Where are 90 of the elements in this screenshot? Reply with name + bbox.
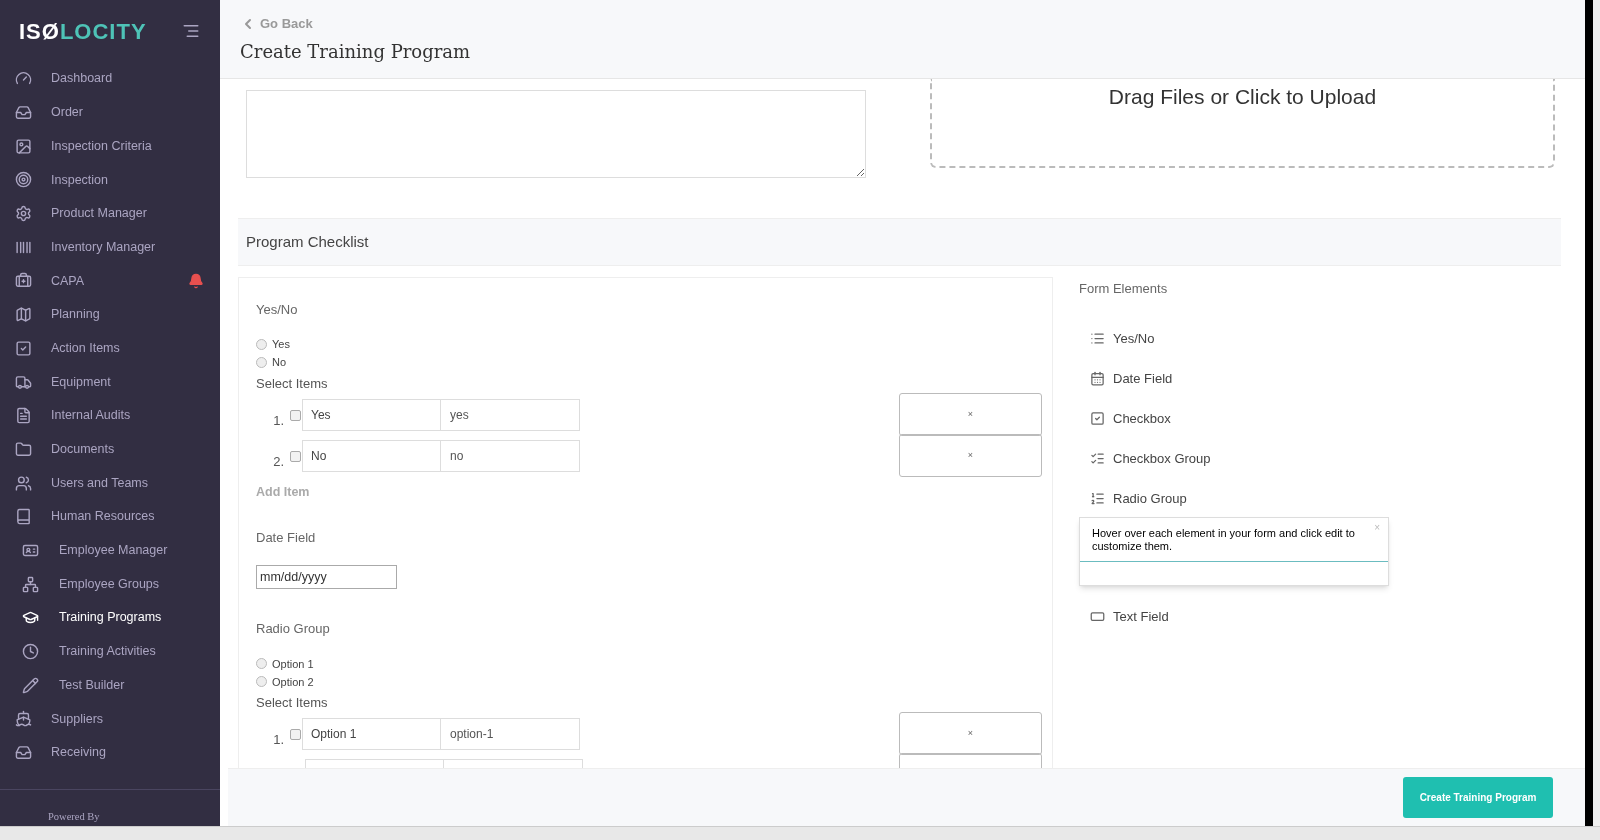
calendar-icon	[1090, 371, 1105, 386]
nav-item[interactable]: Human Resources	[0, 499, 220, 534]
radio-label: Option 1	[272, 656, 314, 672]
powered-by-text: Powered By	[48, 812, 101, 823]
nav-item[interactable]: Equipment	[0, 365, 220, 399]
form-elements-title: Form Elements	[1079, 280, 1169, 298]
target-icon	[15, 171, 32, 189]
radio-button[interactable]	[256, 357, 267, 368]
medkit-icon	[15, 272, 32, 290]
radio-label: No	[272, 355, 287, 371]
nav-item[interactable]: Dashboard	[0, 62, 220, 96]
item-checkbox[interactable]	[290, 410, 301, 421]
select-items-label: Select Items	[256, 693, 329, 712]
clock-icon	[22, 643, 39, 661]
map-icon	[15, 306, 32, 324]
nav-item[interactable]: Order	[0, 95, 220, 130]
list-icon	[1090, 451, 1105, 466]
nav-item[interactable]: Training Programs	[0, 601, 220, 635]
logo[interactable]: ISØLOCITY	[19, 14, 147, 48]
nav-item[interactable]: Suppliers	[0, 702, 220, 736]
book-icon	[15, 508, 32, 526]
gear-icon	[15, 205, 32, 223]
list-icon	[1090, 331, 1105, 346]
folder-icon	[15, 440, 32, 458]
form-element-item[interactable]: Checkbox Group	[1090, 438, 1561, 479]
item-number: 1.	[272, 412, 285, 427]
document-icon	[15, 407, 32, 425]
horizontal-scrollbar[interactable]	[0, 826, 1600, 840]
form-element-item[interactable]: Checkbox	[1090, 398, 1561, 439]
nav-item[interactable]: Product Manager	[0, 196, 220, 231]
nav-item[interactable]: Action Items	[0, 331, 220, 366]
checkbox-icon	[15, 339, 32, 357]
remove-button[interactable]: ×	[899, 712, 1042, 756]
page-title: Create Training Program	[240, 39, 472, 64]
item-number: 1.	[272, 731, 285, 747]
tray-icon	[15, 104, 32, 122]
radio-label: Yes	[272, 337, 290, 353]
form-element-item[interactable]: Yes/No	[1090, 318, 1561, 359]
value-input[interactable]: yes	[441, 399, 580, 431]
section-title: Radio Group	[256, 620, 331, 639]
tooltip-text: Hover over each element in your form and click edit to customize them.	[1092, 527, 1356, 553]
checkbox-icon	[1090, 411, 1105, 426]
truck-icon	[15, 373, 32, 391]
tray-icon	[15, 744, 32, 762]
vertical-scrollbar[interactable]	[1585, 0, 1600, 826]
nav-item[interactable]: Receiving	[0, 735, 220, 770]
item-number: 2.	[272, 453, 285, 468]
nav-item[interactable]: Training Activities	[0, 634, 220, 669]
label-input[interactable]: Option 1	[302, 718, 441, 751]
image-icon	[15, 137, 32, 155]
nav-item[interactable]: Inventory Manager	[0, 230, 220, 265]
nav-item[interactable]: Planning	[0, 297, 220, 332]
value-input[interactable]: no	[441, 440, 580, 472]
form-element-item[interactable]: Date Field	[1090, 358, 1561, 399]
checklist-panel-header: Program Checklist	[238, 218, 1561, 266]
label-input[interactable]: No	[302, 440, 441, 472]
radio-label: Option 2	[272, 674, 314, 690]
nav-item[interactable]: Test Builder	[0, 668, 220, 703]
item-checkbox[interactable]	[290, 729, 301, 741]
date-field[interactable]: mm/dd/yyyy	[256, 565, 397, 590]
description-field[interactable]	[246, 90, 866, 178]
tag-icon	[1090, 609, 1105, 624]
label-input[interactable]: Yes	[302, 399, 441, 431]
nav-item[interactable]: Employee Groups	[0, 567, 220, 601]
form-element-item[interactable]: Radio Group	[1090, 478, 1561, 519]
value-input[interactable]: option-1	[441, 718, 580, 751]
hierarchy-icon	[22, 575, 39, 593]
form-element-item[interactable]: Text Field	[1090, 596, 1561, 637]
nav-item[interactable]: Inspection Criteria	[0, 129, 220, 164]
nav-item[interactable]: Users and Teams	[0, 466, 220, 500]
menu-icon[interactable]	[182, 22, 200, 40]
nav-item[interactable]: Employee Manager	[0, 533, 220, 568]
section-title: Date Field	[256, 528, 317, 547]
upload-dropzone[interactable]: Drag Files or Click to Upload	[930, 79, 1555, 168]
list-icon	[1090, 491, 1105, 506]
users-icon	[15, 474, 32, 492]
select-items-label: Select Items	[256, 374, 329, 393]
nav-item[interactable]: Internal Audits	[0, 398, 220, 433]
section-title: Yes/No	[256, 301, 299, 319]
pencil-icon	[22, 676, 39, 694]
remove-button[interactable]: ×	[899, 434, 1042, 477]
nav-item[interactable]: CAPA	[0, 264, 220, 298]
remove-button[interactable]: ×	[899, 393, 1042, 436]
radio-button[interactable]	[256, 339, 267, 350]
radio-button[interactable]	[256, 658, 267, 670]
nav-item[interactable]: Inspection	[0, 163, 220, 197]
ship-icon	[15, 710, 32, 728]
nav-item[interactable]: Documents	[0, 432, 220, 467]
item-checkbox[interactable]	[290, 451, 301, 462]
radio-button[interactable]	[256, 676, 267, 688]
